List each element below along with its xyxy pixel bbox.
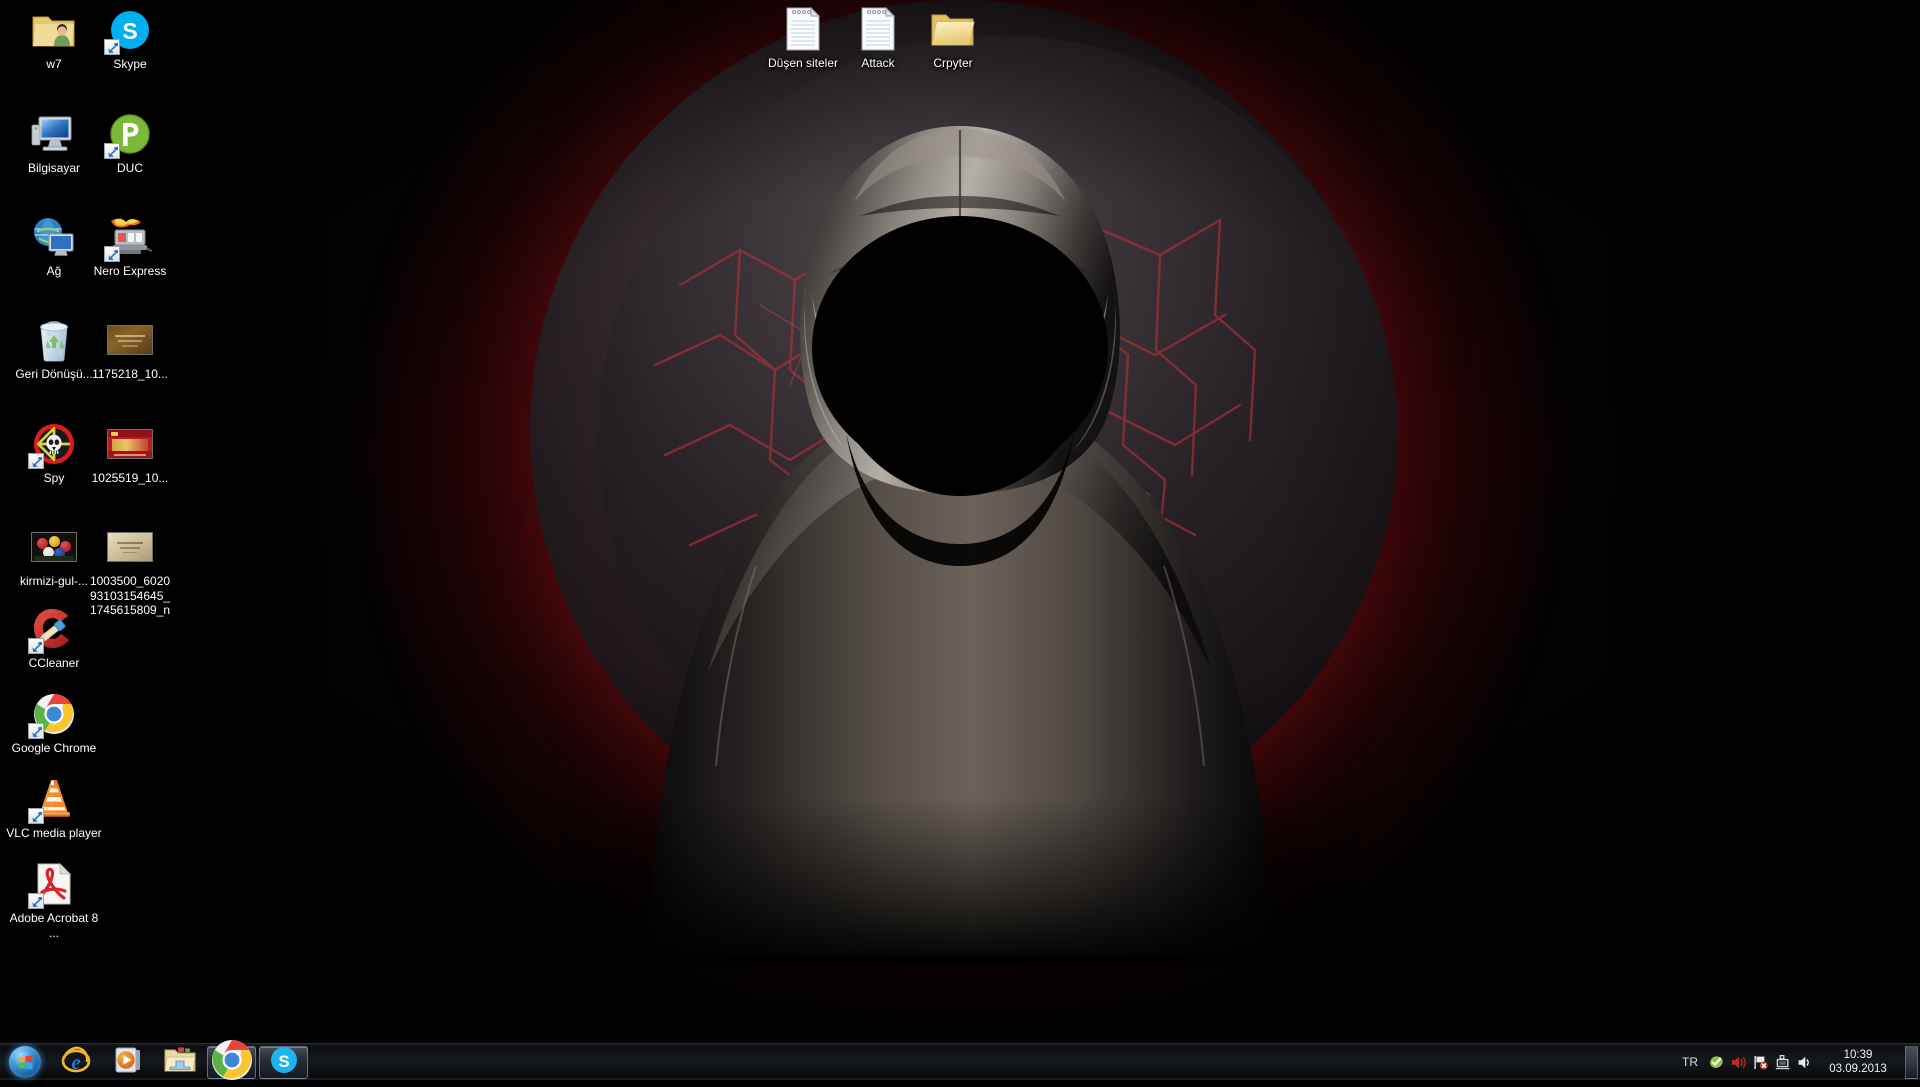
adobe-acrobat-icon — [30, 860, 78, 908]
desktop-icon-label: Crpyter — [933, 56, 972, 71]
desktop-icon-label: Spy — [44, 471, 65, 486]
desktop-icon-1003500-6020-93103154645-1745615809-n[interactable]: 1003500_6020 93103154645_ 1745615809_n — [82, 523, 178, 618]
taskbar-button-skype[interactable]: S — [259, 1046, 308, 1079]
clock-date: 03.09.2013 — [1819, 1062, 1897, 1076]
desktop-icon-label: Bilgisayar — [28, 161, 80, 176]
network-monitor-icon[interactable] — [1771, 1046, 1793, 1079]
nero-express-icon — [106, 213, 154, 261]
network-error-flag-icon[interactable] — [1749, 1046, 1771, 1079]
speaker-muted-red-icon[interactable] — [1727, 1046, 1749, 1079]
desktop-icon-nero-express[interactable]: Nero Express — [82, 213, 178, 279]
desktop-icon-label: Düşen siteler — [768, 56, 838, 71]
shortcut-arrow-icon — [104, 39, 120, 55]
ccleaner-icon — [30, 605, 78, 653]
desktop-icon-adobe-acrobat-8[interactable]: Adobe Acrobat 8 ... — [6, 860, 102, 940]
desktop-icon-label: Nero Express — [94, 264, 167, 279]
desktop-icon-skype[interactable]: S Skype — [82, 6, 178, 72]
antivirus-shield-icon[interactable] — [1705, 1046, 1727, 1079]
image-thumbnail-cream — [106, 523, 154, 571]
start-button[interactable] — [2, 1045, 48, 1079]
taskbar-button-google-chrome[interactable] — [207, 1046, 256, 1079]
taskbar-button-windows-explorer[interactable] — [155, 1046, 204, 1079]
shortcut-arrow-icon — [104, 246, 120, 262]
shortcut-arrow-icon — [28, 723, 44, 739]
text-document-icon — [779, 5, 827, 53]
network-icon — [30, 213, 78, 261]
taskbar-button-internet-explorer[interactable]: e — [51, 1046, 100, 1079]
desktop-icon-label: Attack — [861, 56, 894, 71]
svg-text:S: S — [122, 18, 137, 44]
desktop-icon-label: Ağ — [47, 264, 62, 279]
svg-text:e: e — [71, 1050, 80, 1074]
desktop-icon-label: 1175218_10... — [92, 367, 168, 382]
desktop-icon-label: VLC media player — [6, 826, 101, 841]
spy-skull-icon — [30, 420, 78, 468]
text-document-icon — [854, 5, 902, 53]
desktop-icon-label: Google Chrome — [12, 741, 97, 756]
desktop-icon-1025519-10[interactable]: 1025519_10... — [82, 420, 178, 486]
windows-start-orb-icon — [9, 1046, 41, 1078]
language-indicator[interactable]: TR — [1675, 1055, 1705, 1069]
image-thumbnail-red — [106, 420, 154, 468]
shortcut-arrow-icon — [28, 893, 44, 909]
google-chrome-icon — [210, 1038, 254, 1087]
desktop-icon-label: DUC — [117, 161, 143, 176]
desktop-icon-1175218-10[interactable]: 1175218_10... — [82, 316, 178, 382]
internet-explorer-icon: e — [61, 1045, 91, 1080]
taskbar[interactable]: e S TR — [0, 1043, 1920, 1080]
windows-media-player-icon — [113, 1045, 143, 1080]
desktop-icon-label: 1025519_10... — [92, 471, 169, 486]
desktop-icon-label: Skype — [113, 57, 146, 72]
desktop-icon-vlc-media-player[interactable]: VLC media player — [6, 775, 102, 841]
taskbar-button-windows-media-player[interactable] — [103, 1046, 152, 1079]
system-tray[interactable]: TR — [1675, 1044, 1920, 1081]
wallpaper-hooded-figure — [560, 96, 1360, 966]
svg-text:S: S — [278, 1052, 289, 1071]
desktop-icon-label: Adobe Acrobat 8 ... — [6, 911, 102, 940]
shortcut-arrow-icon — [28, 638, 44, 654]
computer-icon — [30, 110, 78, 158]
shortcut-arrow-icon — [28, 453, 44, 469]
desktop-icon-ccleaner[interactable]: CCleaner — [6, 605, 102, 671]
skype-icon: S — [269, 1045, 299, 1080]
user-folder-icon — [30, 6, 78, 54]
desktop[interactable]: w7 S Skype Bilgisayar DUC — [0, 0, 1920, 1080]
image-thumbnail-gold — [106, 316, 154, 364]
desktop-icon-duc[interactable]: DUC — [82, 110, 178, 176]
duc-no-ip-icon — [106, 110, 154, 158]
clock[interactable]: 10:39 03.09.2013 — [1815, 1048, 1901, 1076]
vlc-cone-icon — [30, 775, 78, 823]
show-desktop-button[interactable] — [1905, 1046, 1918, 1079]
windows-explorer-icon — [164, 1046, 196, 1079]
desktop-icon-label: CCleaner — [29, 656, 80, 671]
volume-icon[interactable] — [1793, 1046, 1815, 1079]
desktop-icon-label: kirmizi-gul-... — [20, 574, 88, 589]
shortcut-arrow-icon — [104, 143, 120, 159]
taskbar-buttons[interactable]: e S — [48, 1046, 308, 1079]
desktop-icon-label: w7 — [46, 57, 61, 72]
desktop-icon-crpyter[interactable]: Crpyter — [905, 5, 1001, 71]
windows-logo-icon — [18, 1055, 33, 1070]
desktop-icon-google-chrome[interactable]: Google Chrome — [6, 690, 102, 756]
image-thumbnail-roses — [30, 523, 78, 571]
skype-icon: S — [106, 6, 154, 54]
clock-time: 10:39 — [1819, 1048, 1897, 1062]
shortcut-arrow-icon — [28, 808, 44, 824]
folder-icon — [929, 5, 977, 53]
recycle-bin-icon — [30, 316, 78, 364]
google-chrome-icon — [30, 690, 78, 738]
